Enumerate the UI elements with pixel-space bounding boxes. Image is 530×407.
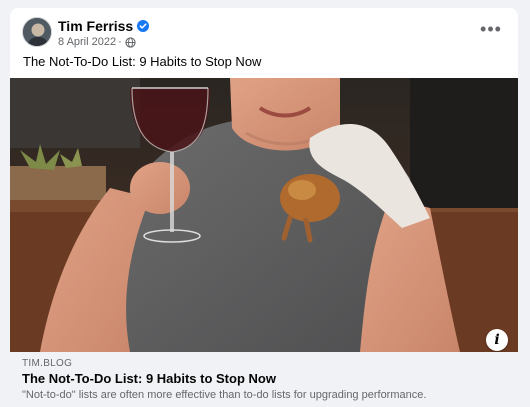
post-meta: 8 April 2022 · [58,36,136,48]
facebook-post: Tim Ferriss 8 April 2022 · ••• The Not-T… [10,8,518,405]
post-caption: The Not-To-Do List: 9 Habits to Stop Now [23,54,262,69]
author-row: Tim Ferriss [58,18,150,34]
post-date[interactable]: 8 April 2022 [58,36,116,48]
link-description: "Not-to-do" lists are often more effecti… [22,389,427,401]
avatar-image [23,18,51,46]
verified-badge-icon [137,20,150,32]
more-options-icon[interactable]: ••• [478,19,504,39]
avatar[interactable] [22,17,52,47]
author-name[interactable]: Tim Ferriss [58,18,133,34]
meta-separator: · [118,36,122,48]
post-photo[interactable] [10,78,518,352]
link-preview[interactable]: TIM.BLOG The Not-To-Do List: 9 Habits to… [10,352,518,405]
photo-image [10,78,518,352]
link-domain: TIM.BLOG [22,358,73,369]
link-title[interactable]: The Not-To-Do List: 9 Habits to Stop Now [22,371,276,386]
post-header: Tim Ferriss 8 April 2022 · ••• [10,8,518,56]
info-icon[interactable]: i [486,329,508,351]
globe-icon[interactable] [125,36,136,48]
